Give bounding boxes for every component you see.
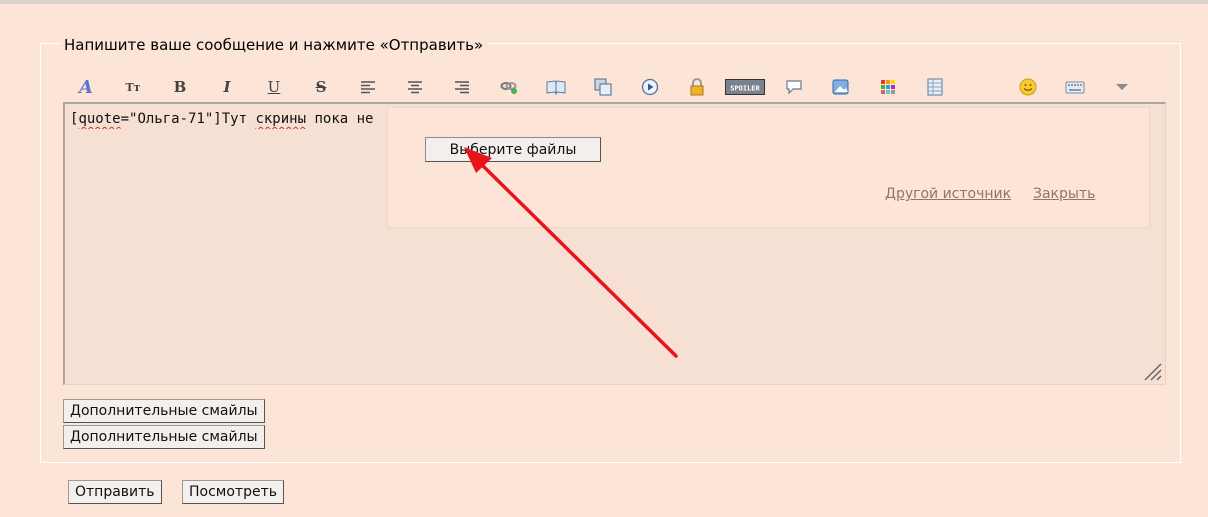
keyboard-icon[interactable] bbox=[1063, 74, 1087, 100]
font-size-icon[interactable]: Tт bbox=[121, 74, 145, 100]
table-icon[interactable] bbox=[923, 74, 947, 100]
form-legend: Напишите ваше сообщение и нажмите «Отпра… bbox=[60, 36, 488, 54]
comment-bubble-icon[interactable] bbox=[782, 74, 806, 100]
message-text: [quote="Ольга-71"]Тут скрины пока не bbox=[70, 109, 400, 129]
submit-button[interactable]: Отправить bbox=[68, 480, 162, 504]
image-icon[interactable] bbox=[829, 74, 853, 100]
smiley-icon[interactable] bbox=[1016, 74, 1040, 100]
font-color-icon[interactable]: A bbox=[74, 74, 98, 100]
hide-lock-icon[interactable] bbox=[685, 74, 709, 100]
spellcheck-word: quote bbox=[78, 111, 121, 127]
choose-files-button[interactable]: Выберите файлы bbox=[425, 137, 601, 162]
align-left-icon[interactable] bbox=[356, 74, 380, 100]
more-smiles-button-2[interactable]: Дополнительные смайлы bbox=[63, 425, 265, 449]
more-dropdown-icon[interactable] bbox=[1110, 74, 1134, 100]
align-center-icon[interactable] bbox=[403, 74, 427, 100]
upload-panel: Выберите файлы Другой источник Закрыть bbox=[387, 107, 1150, 228]
resize-grip-icon[interactable] bbox=[1142, 361, 1162, 381]
close-link[interactable]: Закрыть bbox=[1033, 186, 1095, 202]
editor-toolbar: A Tт B I U S SPOILER bbox=[64, 74, 1166, 102]
align-right-icon[interactable] bbox=[450, 74, 474, 100]
spoiler-icon[interactable]: SPOILER bbox=[724, 74, 766, 100]
video-play-icon[interactable] bbox=[638, 74, 662, 100]
more-smiles-button[interactable]: Дополнительные смайлы bbox=[63, 399, 265, 423]
italic-icon[interactable]: I bbox=[215, 74, 239, 100]
spellcheck-word: скрины bbox=[255, 111, 307, 127]
text-part: ="Ольга-71"]Тут bbox=[120, 111, 256, 127]
color-palette-icon[interactable] bbox=[876, 74, 900, 100]
link-icon[interactable] bbox=[497, 74, 521, 100]
other-source-link[interactable]: Другой источник bbox=[885, 186, 1011, 202]
preview-button[interactable]: Посмотреть bbox=[182, 480, 284, 504]
spoiler-icon-label: SPOILER bbox=[730, 85, 760, 93]
top-border bbox=[0, 0, 1208, 4]
strikethrough-icon[interactable]: S bbox=[309, 74, 333, 100]
text-part: пока не bbox=[306, 111, 374, 127]
code-copy-icon[interactable] bbox=[591, 74, 615, 100]
quote-book-icon[interactable] bbox=[544, 74, 568, 100]
underline-icon[interactable]: U bbox=[262, 74, 286, 100]
bold-icon[interactable]: B bbox=[168, 74, 192, 100]
